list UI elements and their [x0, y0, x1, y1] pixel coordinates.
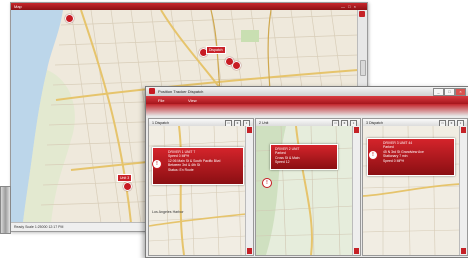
vehicle-info-card[interactable]: DRIVER 2 UNIT Parked Cross St & Main Spe… [270, 144, 338, 170]
panel-title: 2 Unit [259, 120, 269, 125]
map-marker-icon[interactable] [65, 14, 74, 23]
close-button[interactable]: × [455, 88, 466, 96]
map-window-titlebar[interactable]: Map — □ × [11, 3, 367, 10]
menu-bar: File View [146, 96, 468, 104]
tracking-panel: 2 Unit □ ≡ × DRIVER 2 UNIT Parked Cross … [255, 118, 361, 256]
map-window-title: Map [14, 4, 22, 9]
scroll-up-icon[interactable] [359, 11, 365, 17]
vehicle-marker-icon[interactable]: ! [262, 178, 272, 188]
map-marker-icon[interactable] [123, 182, 132, 191]
panel-street-map[interactable] [149, 126, 246, 255]
menu-item-file[interactable]: File [158, 98, 164, 103]
maximize-button[interactable]: □ [444, 88, 455, 96]
scroll-thumb[interactable] [360, 60, 366, 76]
side-decoration [0, 186, 11, 234]
panel-map[interactable]: DRIVER 3 UNIT 44 Parked 45 N 3rd St Gran… [363, 126, 460, 255]
panel-map[interactable]: DRIVER 1 UNIT 7 Speed 0 MPH 12:06 Main S… [149, 126, 246, 255]
vehicle-info-card[interactable]: DRIVER 3 UNIT 44 Parked 45 N 3rd St Gran… [367, 138, 455, 176]
header-band [146, 104, 468, 116]
panel-scrollbar[interactable] [352, 126, 360, 255]
vehicle-marker-icon[interactable]: ! [152, 159, 162, 169]
scroll-down-icon[interactable] [247, 248, 252, 254]
vehicle-info-card[interactable]: DRIVER 1 UNIT 7 Speed 0 MPH 12:06 Main S… [152, 147, 244, 185]
card-line: Speed 12 [275, 160, 290, 165]
scroll-up-icon[interactable] [461, 127, 466, 133]
map-status-text: Ready Scale 1:25000 12:17 PM [14, 225, 64, 229]
map-window-controls[interactable]: — □ × [341, 4, 357, 9]
menu-item-view[interactable]: View [188, 98, 197, 103]
dispatcher-window: Position Tracker Dispatch _ □ × File Vie… [145, 86, 468, 258]
minimize-button[interactable]: _ [433, 88, 444, 96]
panel-map[interactable]: DRIVER 2 UNIT Parked Cross St & Main Spe… [256, 126, 353, 255]
scroll-down-icon[interactable] [461, 248, 466, 254]
map-place-label: Los Angeles Harbor [152, 210, 184, 214]
panel-title: 1 Dispatch [152, 120, 169, 125]
panel-title: 3 Dispatch [366, 120, 383, 125]
app-logo-icon [149, 88, 155, 94]
card-line: Speed 0 MPH [383, 158, 405, 163]
dispatcher-title: Position Tracker Dispatch [158, 89, 204, 94]
panel-scrollbar[interactable] [459, 126, 467, 255]
card-line: Status: En Route [168, 167, 194, 172]
vehicle-marker-icon[interactable]: ! [368, 150, 378, 160]
scroll-up-icon[interactable] [247, 127, 252, 133]
map-popup-label[interactable]: Unit 3 [117, 174, 133, 182]
map-marker-icon[interactable] [232, 61, 241, 70]
map-popup-label[interactable]: Dispatch [206, 46, 226, 54]
panel-scrollbar[interactable] [245, 126, 253, 255]
scroll-down-icon[interactable] [354, 248, 359, 254]
tracking-panel: 1 Dispatch □ ≡ × DRIVER 1 UNIT 7 Speed 0… [148, 118, 254, 256]
tracking-panel: 3 Dispatch □ ≡ × DRIVER 3 UNIT 44 Parked [362, 118, 468, 256]
scroll-up-icon[interactable] [354, 127, 359, 133]
